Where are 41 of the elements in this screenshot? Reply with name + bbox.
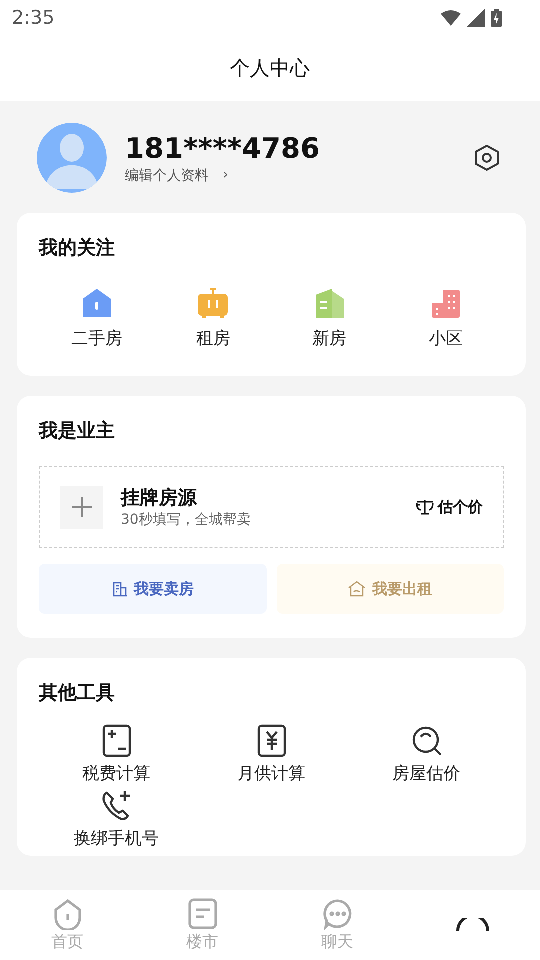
follow-label[interactable]: 小区	[428, 327, 463, 350]
section-title: 我是业主	[39, 419, 116, 444]
tool-label[interactable]: 换绑手机号	[74, 827, 159, 850]
tool-label[interactable]: 税费计算	[82, 762, 150, 785]
building-icon[interactable]	[314, 287, 346, 319]
settings-icon[interactable]	[474, 144, 500, 172]
house-icon[interactable]	[81, 287, 114, 319]
listing-subtitle: 30秒填写，全城帮卖	[121, 511, 252, 529]
follow-label[interactable]: 租房	[196, 327, 230, 350]
signal-icon	[467, 9, 485, 27]
building-icon	[112, 581, 128, 597]
follow-label[interactable]: 新房	[312, 327, 347, 350]
tool-label[interactable]: 房屋估价	[392, 762, 460, 785]
avatar[interactable]	[37, 123, 107, 193]
house-icon	[52, 898, 82, 930]
estimate-link[interactable]: 估个价	[438, 498, 483, 516]
chat-icon	[322, 898, 352, 930]
section-title: 我的关注	[39, 236, 116, 261]
listing-title: 挂牌房源	[121, 486, 198, 511]
battery-icon	[491, 9, 502, 27]
page-title: 个人中心	[230, 55, 310, 82]
suitcase-icon[interactable]	[197, 287, 230, 319]
search-icon[interactable]	[410, 724, 442, 758]
house-icon	[348, 581, 366, 597]
yuan-card-icon[interactable]	[256, 724, 288, 758]
add-icon[interactable]	[60, 486, 103, 528]
section-title: 其他工具	[39, 681, 116, 706]
phone-plus-icon[interactable]	[100, 789, 132, 823]
buildings-icon[interactable]	[430, 287, 462, 319]
edit-profile-link[interactable]: 编辑个人资料 ›	[125, 166, 229, 184]
follow-label[interactable]: 二手房	[72, 327, 123, 350]
tool-label[interactable]: 月供计算	[238, 762, 306, 785]
document-icon	[188, 898, 218, 930]
sell-house-button[interactable]: 我要卖房	[39, 564, 266, 614]
loading-arc-icon	[456, 918, 490, 932]
wifi-icon	[441, 10, 461, 26]
listing-panel[interactable]: 挂牌房源 30秒填写，全城帮卖 估个价	[39, 466, 504, 548]
status-time: 2:35	[12, 7, 55, 29]
phone-number: 181****4786	[125, 132, 321, 164]
scale-icon	[416, 499, 434, 515]
tax-calculator-icon[interactable]	[100, 724, 132, 758]
